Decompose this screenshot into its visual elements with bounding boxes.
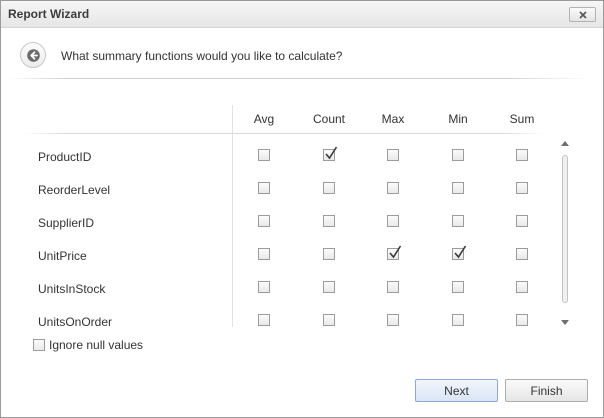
close-icon bbox=[579, 11, 587, 19]
summary-checkbox-count[interactable] bbox=[323, 248, 335, 260]
summary-checkbox-avg[interactable] bbox=[258, 149, 270, 161]
ignore-null-checkbox[interactable] bbox=[33, 339, 45, 351]
summary-checkbox-min[interactable] bbox=[452, 314, 464, 326]
summary-checkbox-avg[interactable] bbox=[258, 182, 270, 194]
report-wizard-window: Report Wizard What summary functions wou… bbox=[0, 0, 604, 418]
grid-header-divider bbox=[24, 133, 544, 134]
scroll-thumb[interactable] bbox=[562, 155, 568, 303]
question-text: What summary functions would you like to… bbox=[61, 49, 343, 63]
column-separator bbox=[232, 105, 233, 327]
summary-checkbox-max[interactable] bbox=[387, 182, 399, 194]
summary-checkbox-sum[interactable] bbox=[516, 281, 528, 293]
window-title: Report Wizard bbox=[8, 7, 90, 21]
summary-checkbox-avg[interactable] bbox=[258, 215, 270, 227]
summary-checkbox-max[interactable] bbox=[387, 281, 399, 293]
summary-checkbox-count[interactable] bbox=[323, 281, 335, 293]
summary-checkbox-count[interactable] bbox=[323, 182, 335, 194]
summary-checkbox-min[interactable] bbox=[452, 215, 464, 227]
ignore-null-label: Ignore null values bbox=[49, 338, 144, 352]
field-label: ReorderLevel bbox=[38, 183, 111, 197]
summary-checkbox-avg[interactable] bbox=[258, 248, 270, 260]
field-label: ProductID bbox=[38, 150, 92, 164]
summary-checkbox-sum[interactable] bbox=[516, 149, 528, 161]
field-label: UnitPrice bbox=[38, 249, 87, 263]
header-divider bbox=[9, 78, 589, 79]
summary-checkbox-min[interactable] bbox=[452, 281, 464, 293]
field-label: UnitsInStock bbox=[38, 282, 106, 296]
field-label: SupplierID bbox=[38, 216, 95, 230]
column-header-count: Count bbox=[312, 112, 346, 126]
finish-button[interactable]: Finish bbox=[505, 379, 588, 402]
field-label: UnitsOnOrder bbox=[38, 315, 113, 329]
column-header-min: Min bbox=[448, 112, 468, 126]
summary-checkbox-max[interactable] bbox=[387, 215, 399, 227]
summary-checkbox-min[interactable] bbox=[452, 149, 464, 161]
checkmark-icon bbox=[389, 245, 402, 259]
summary-checkbox-count[interactable] bbox=[323, 146, 338, 161]
column-header-max: Max bbox=[381, 112, 405, 126]
scroll-down-icon[interactable] bbox=[561, 320, 569, 325]
back-button[interactable] bbox=[20, 42, 46, 68]
summary-checkbox-sum[interactable] bbox=[516, 182, 528, 194]
close-button[interactable] bbox=[569, 7, 596, 22]
scroll-up-icon[interactable] bbox=[561, 141, 569, 146]
checkmark-icon bbox=[325, 146, 338, 160]
checkmark-icon bbox=[454, 245, 467, 259]
title-bar: Report Wizard bbox=[1, 1, 603, 28]
summary-checkbox-sum[interactable] bbox=[516, 215, 528, 227]
summary-checkbox-count[interactable] bbox=[323, 215, 335, 227]
summary-checkbox-avg[interactable] bbox=[258, 281, 270, 293]
summary-checkbox-avg[interactable] bbox=[258, 314, 270, 326]
summary-checkbox-max[interactable] bbox=[387, 314, 399, 326]
column-header-sum: Sum bbox=[509, 112, 535, 126]
summary-checkbox-count[interactable] bbox=[323, 314, 335, 326]
column-header-avg: Avg bbox=[253, 112, 275, 126]
next-button[interactable]: Next bbox=[415, 379, 498, 402]
summary-checkbox-min[interactable] bbox=[452, 245, 467, 260]
summary-checkbox-max[interactable] bbox=[387, 245, 402, 260]
summary-checkbox-max[interactable] bbox=[387, 149, 399, 161]
vertical-scrollbar[interactable] bbox=[558, 137, 572, 329]
summary-checkbox-sum[interactable] bbox=[516, 314, 528, 326]
summary-checkbox-min[interactable] bbox=[452, 182, 464, 194]
summary-checkbox-sum[interactable] bbox=[516, 248, 528, 260]
back-arrow-icon bbox=[27, 49, 40, 62]
